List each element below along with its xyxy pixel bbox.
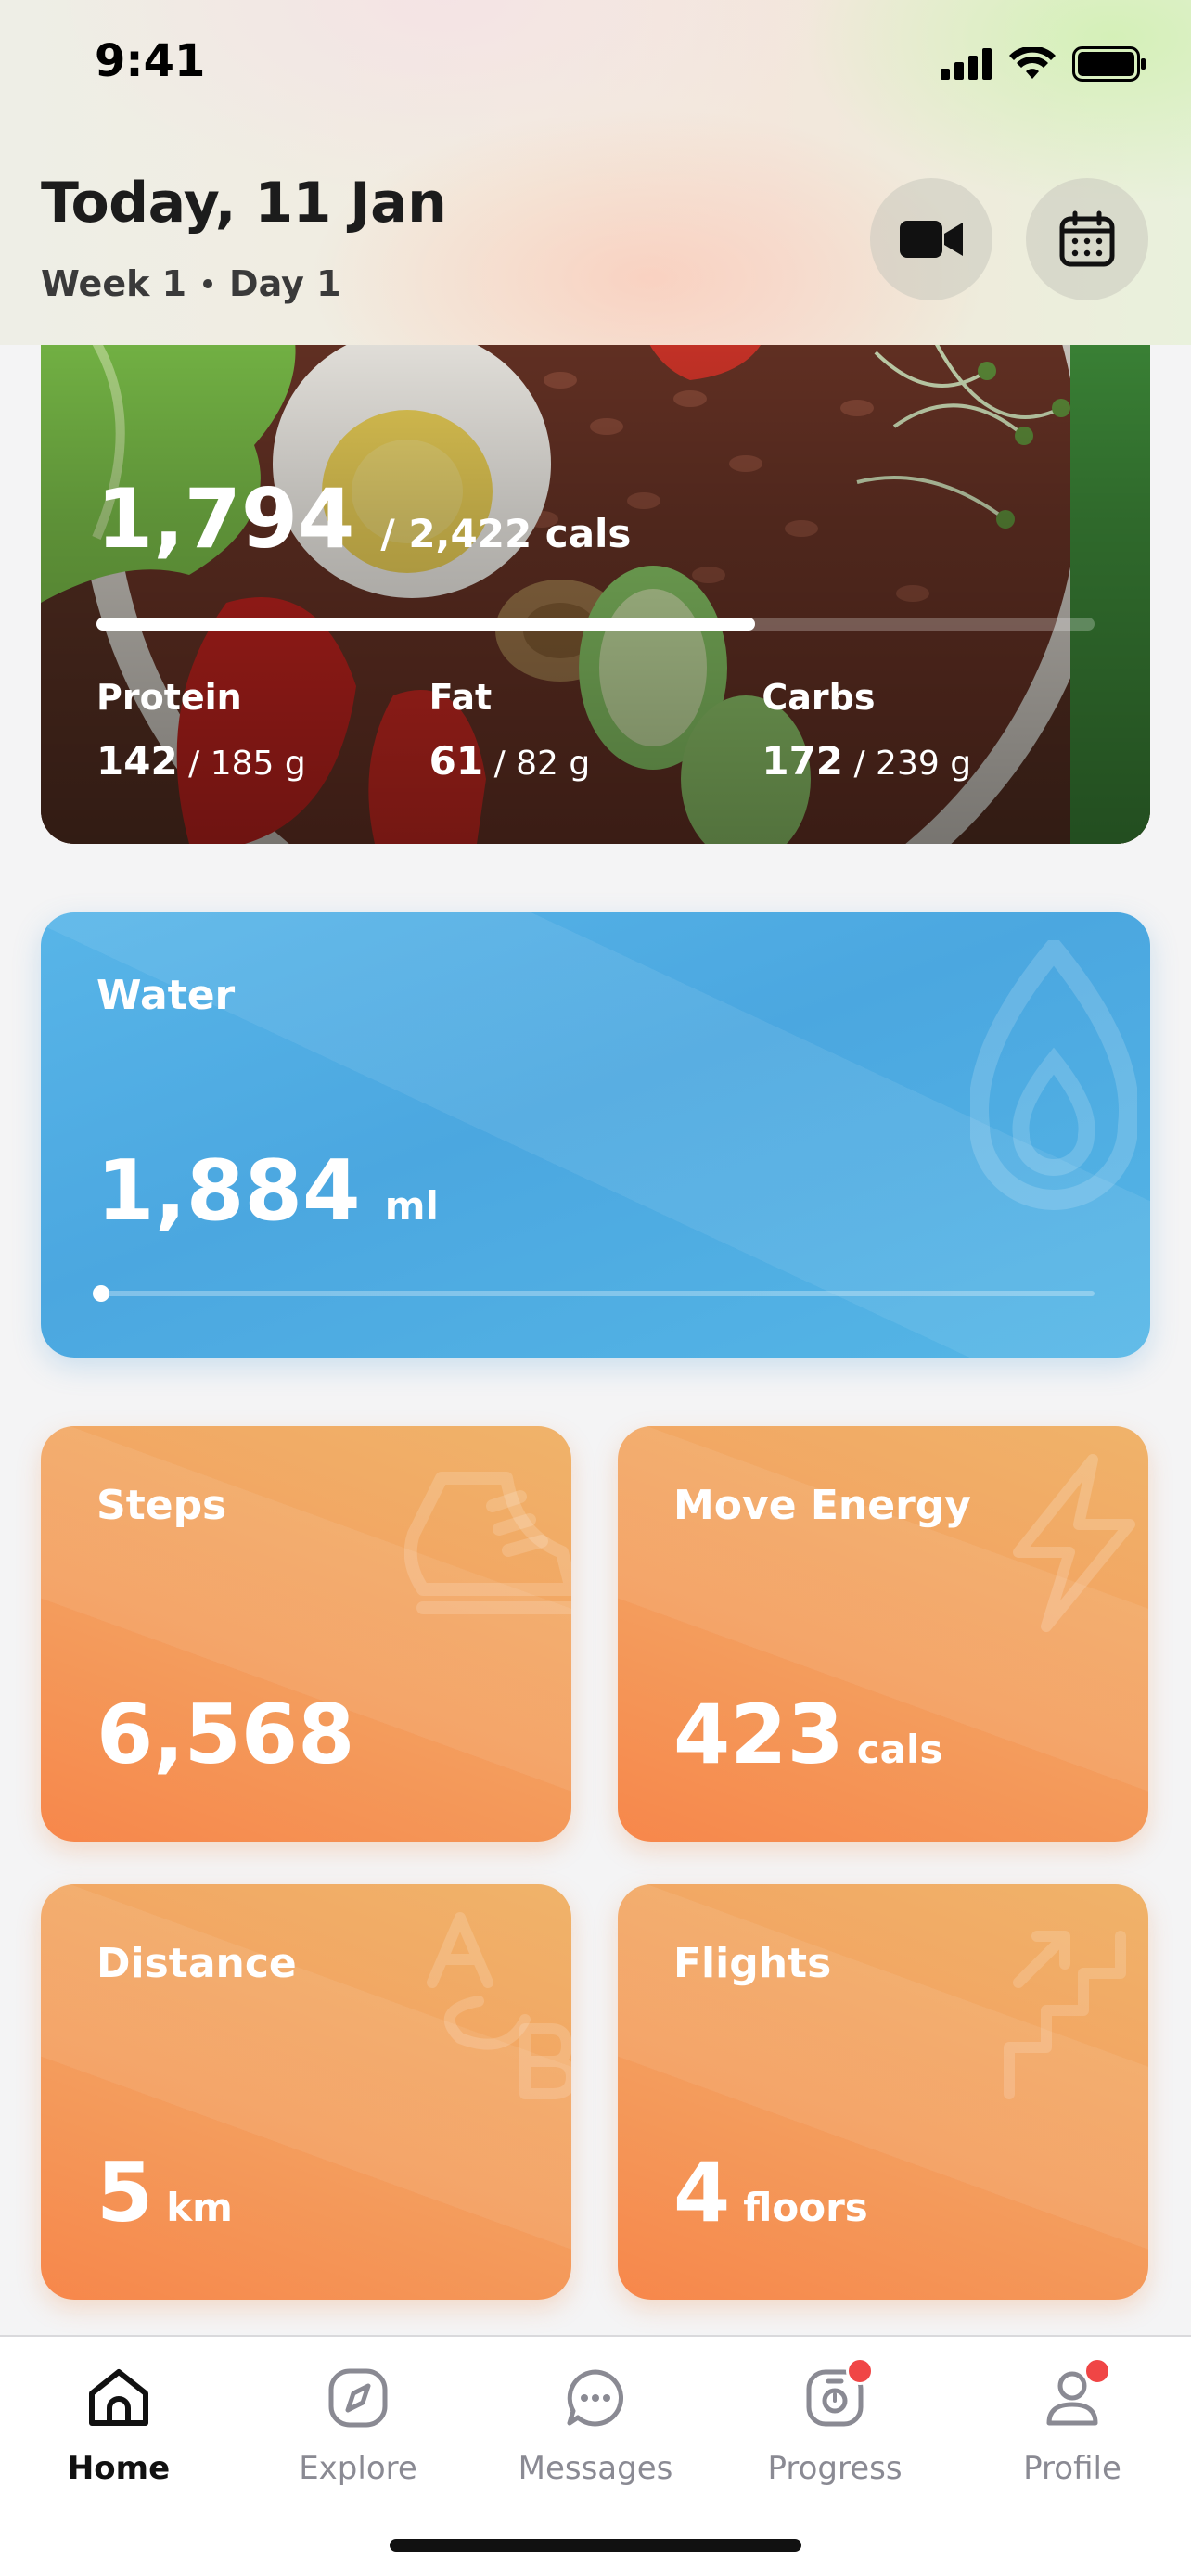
macro-carbs: Carbs 172 / 239 g (762, 677, 1095, 784)
stat-value-row: 423 cals (673, 1687, 942, 1782)
tab-explore[interactable]: Explore (239, 2361, 477, 2487)
week-label: Week 1 (41, 263, 187, 304)
macro-goal: / 82 g (493, 745, 591, 783)
macro-protein: Protein 142 / 185 g (96, 677, 429, 784)
macro-values: 142 / 185 g (96, 738, 429, 784)
stat-label: Distance (96, 1940, 297, 1987)
stat-value-row: 5 km (96, 2145, 233, 2240)
water-progress-fill (93, 1285, 110, 1302)
tab-profile[interactable]: Profile (954, 2357, 1191, 2487)
water-drop-icon (970, 940, 1137, 1210)
tab-messages[interactable]: Messages (477, 2361, 714, 2487)
steps-card[interactable]: Steps 6,568 (41, 1426, 571, 1842)
sneaker-icon (404, 1472, 571, 1614)
tab-label: Messages (518, 2450, 673, 2487)
stat-value: 6,568 (96, 1687, 355, 1782)
macro-name: Fat (429, 677, 493, 718)
tab-label: Explore (299, 2450, 417, 2487)
stat-label: Steps (96, 1482, 227, 1529)
move-energy-card[interactable]: Move Energy 423 cals (618, 1426, 1148, 1842)
tab-label: Home (67, 2450, 171, 2487)
macro-value: 61 (429, 738, 484, 784)
water-unit: ml (384, 1183, 439, 1229)
macro-fat: Fat 61 / 82 g (429, 677, 762, 784)
stat-value-row: 6,568 (96, 1687, 367, 1782)
stat-value: 4 (673, 2145, 731, 2240)
macro-value: 172 (762, 738, 844, 784)
macro-values: 172 / 239 g (762, 738, 1095, 784)
stat-unit: cals (856, 1727, 943, 1772)
home-icon (82, 2361, 156, 2435)
scale-icon (798, 2357, 874, 2435)
stat-value: 5 (96, 2145, 154, 2240)
video-button[interactable] (870, 178, 992, 300)
a-to-b-icon (427, 1912, 571, 2099)
tab-label: Profile (1023, 2450, 1121, 2487)
tab-progress[interactable]: Progress (716, 2357, 954, 2487)
stat-label: Flights (673, 1940, 832, 1987)
calories-progress-bar (96, 618, 1095, 631)
tab-label: Progress (767, 2450, 903, 2487)
calories-consumed: 1,794 (96, 471, 355, 567)
stat-label: Move Energy (673, 1482, 971, 1529)
notification-badge (846, 2357, 874, 2385)
tab-home[interactable]: Home (0, 2361, 237, 2487)
top-header: 9:41 Today, 11 Jan Week 1 Day 1 (0, 0, 1191, 345)
calories-progress-fill (96, 618, 756, 631)
water-label: Water (96, 972, 236, 1019)
macro-goal: / 185 g (188, 745, 306, 783)
stat-unit: floors (743, 2185, 868, 2230)
stat-unit: km (166, 2185, 233, 2230)
notification-badge (1083, 2357, 1111, 2385)
macro-name: Protein (96, 677, 242, 718)
stat-value: 423 (673, 1687, 844, 1782)
water-card[interactable]: Water 1,884 ml (41, 912, 1150, 1358)
calendar-icon (1059, 210, 1115, 267)
flights-card[interactable]: Flights 4 floors (618, 1884, 1148, 2300)
water-progress-bar (93, 1285, 1095, 1302)
cellular-signal-icon (941, 48, 992, 80)
video-camera-icon (900, 221, 963, 258)
macro-value: 142 (96, 738, 178, 784)
calories-summary: 1,794 / 2,422 cals (96, 471, 631, 567)
lightning-icon (1013, 1454, 1135, 1632)
compass-icon (321, 2361, 395, 2435)
macro-values: 61 / 82 g (429, 738, 762, 784)
home-indicator[interactable] (390, 2539, 801, 2552)
day-label: Day 1 (229, 263, 341, 304)
chat-icon (558, 2361, 633, 2435)
battery-icon (1072, 46, 1146, 82)
week-day-subtitle: Week 1 Day 1 (41, 263, 341, 304)
calories-card[interactable]: 1,794 / 2,422 cals Protein 142 / 185 g F… (41, 297, 1150, 844)
water-value: 1,884 (96, 1142, 361, 1240)
status-bar: 9:41 (0, 0, 1191, 130)
status-icons (941, 46, 1146, 82)
calories-goal: / 2,422 cals (380, 511, 632, 556)
status-time: 9:41 (95, 35, 206, 87)
separator-dot (203, 279, 213, 288)
water-amount: 1,884 ml (96, 1142, 439, 1240)
stat-value-row: 4 floors (673, 2145, 868, 2240)
macro-goal: / 239 g (853, 745, 972, 783)
macros-row: Protein 142 / 185 g Fat 61 / 82 g Carbs … (96, 677, 1095, 784)
user-icon (1035, 2357, 1111, 2435)
stairs-icon (1004, 1931, 1126, 2099)
macro-name: Carbs (762, 677, 876, 718)
distance-card[interactable]: Distance 5 km (41, 1884, 571, 2300)
calendar-button[interactable] (1026, 178, 1148, 300)
page-title: Today, 11 Jan (41, 171, 447, 236)
wifi-icon (1009, 47, 1056, 79)
